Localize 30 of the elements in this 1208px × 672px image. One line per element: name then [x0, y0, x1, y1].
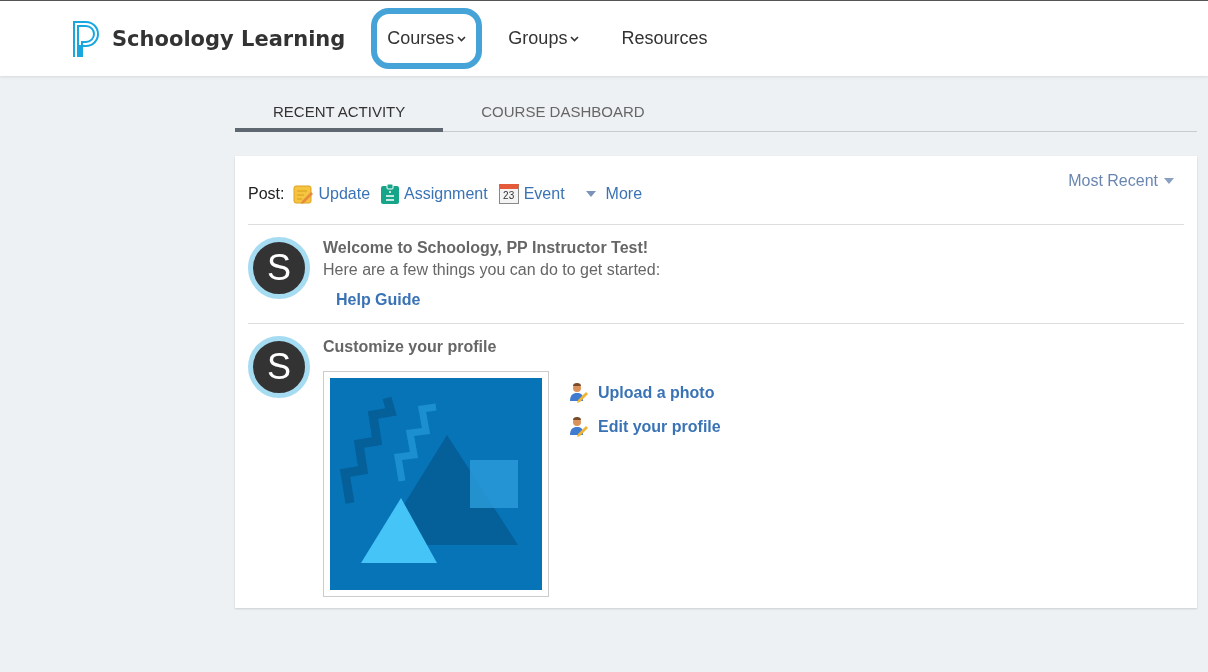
caret-down-icon [585, 191, 596, 197]
logo-icon [72, 19, 102, 58]
avatar: S [248, 237, 310, 299]
nav-menu-item[interactable]: Courses [371, 8, 483, 69]
calendar-icon: 23 [498, 184, 519, 204]
post-link[interactable]: More [605, 185, 643, 203]
chevron-down-icon [457, 35, 467, 42]
chevron-down-icon [570, 35, 580, 42]
feed-title: Welcome to Schoology, PP Instructor Test! [323, 239, 650, 257]
post-link[interactable]: Event [523, 185, 565, 203]
post-label: Post: [248, 185, 285, 203]
nav-menu-item[interactable]: Resources [605, 8, 724, 69]
post-link[interactable]: Update [318, 185, 371, 203]
brand-name[interactable]: Schoology Learning [112, 26, 346, 51]
profile-link[interactable]: Edit your profile [598, 418, 721, 436]
clipboard-icon [381, 184, 400, 204]
tab[interactable]: RECENT ACTIVITY [235, 95, 444, 132]
feed-title: Customize your profile [323, 338, 498, 356]
sort-dropdown[interactable]: Most Recent [1068, 172, 1174, 190]
caret-down-icon [1164, 178, 1174, 184]
avatar: S [248, 336, 310, 398]
help-link[interactable]: Help Guide [336, 291, 421, 308]
tab[interactable]: COURSE DASHBOARD [443, 95, 683, 132]
note-pencil-icon [293, 184, 314, 204]
post-link[interactable]: Assignment [404, 185, 488, 203]
profile-link[interactable]: Upload a photo [598, 384, 715, 402]
feed-text: Here are a few things you can do to get started: [323, 261, 662, 279]
nav-menu-item[interactable]: Groups [492, 8, 596, 69]
user-pencil-icon [569, 417, 589, 437]
user-pencil-icon [569, 383, 589, 403]
